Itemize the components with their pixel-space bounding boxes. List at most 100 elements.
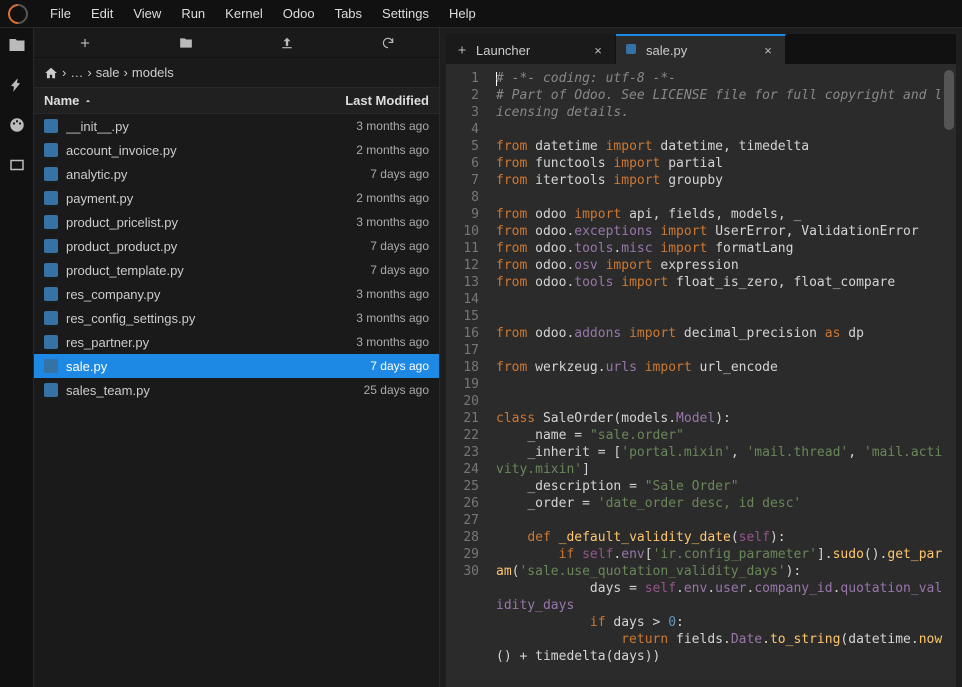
file-row[interactable]: sales_team.py25 days ago: [34, 378, 439, 402]
file-modified: 3 months ago: [299, 311, 429, 325]
line-number: 18: [446, 359, 479, 376]
breadcrumb-sep: ›: [87, 65, 91, 80]
code-line[interactable]: [496, 291, 948, 308]
file-row[interactable]: account_invoice.py2 months ago: [34, 138, 439, 162]
breadcrumb-sep: ›: [124, 65, 128, 80]
file-row[interactable]: product_template.py7 days ago: [34, 258, 439, 282]
new-launcher-button[interactable]: [34, 28, 135, 57]
code-line[interactable]: def _default_validity_date(self):: [496, 529, 948, 546]
menu-item[interactable]: Odoo: [273, 6, 325, 21]
menu-item[interactable]: Tabs: [325, 6, 372, 21]
code-line[interactable]: from odoo.tools import float_is_zero, fl…: [496, 274, 948, 291]
menu-item[interactable]: View: [123, 6, 171, 21]
line-number: 3: [446, 104, 479, 121]
breadcrumb-part[interactable]: models: [132, 65, 174, 80]
tab[interactable]: sale.py×: [616, 34, 786, 64]
code-line[interactable]: from werkzeug.urls import url_encode: [496, 359, 948, 376]
file-modified: 7 days ago: [299, 359, 429, 373]
palette-icon[interactable]: [8, 116, 26, 134]
code-line[interactable]: from odoo import api, fields, models, _: [496, 206, 948, 223]
folder-icon[interactable]: [8, 36, 26, 54]
code-line[interactable]: [496, 393, 948, 410]
code-line[interactable]: from odoo.addons import decimal_precisio…: [496, 325, 948, 342]
menu-item[interactable]: Edit: [81, 6, 123, 21]
code-line[interactable]: [496, 121, 948, 138]
code-line[interactable]: return fields.Date.to_string(datetime.no…: [496, 631, 948, 665]
tabs-icon[interactable]: [8, 156, 26, 174]
line-number: 15: [446, 308, 479, 325]
breadcrumb[interactable]: › … › sale › models: [34, 58, 439, 88]
line-number: 4: [446, 121, 479, 138]
code-line[interactable]: # Part of Odoo. See LICENSE file for ful…: [496, 87, 948, 121]
python-file-icon: [44, 167, 58, 181]
code-line[interactable]: # -*- coding: utf-8 -*-: [496, 70, 948, 87]
code-line[interactable]: from odoo.tools.misc import formatLang: [496, 240, 948, 257]
close-icon[interactable]: ×: [761, 43, 775, 58]
code-line[interactable]: from odoo.exceptions import UserError, V…: [496, 223, 948, 240]
file-row[interactable]: res_company.py3 months ago: [34, 282, 439, 306]
file-row[interactable]: res_partner.py3 months ago: [34, 330, 439, 354]
line-number: 19: [446, 376, 479, 393]
menu-item[interactable]: Kernel: [215, 6, 273, 21]
running-icon[interactable]: [8, 76, 26, 94]
breadcrumb-dots[interactable]: …: [70, 65, 83, 80]
code-line[interactable]: _description = "Sale Order": [496, 478, 948, 495]
refresh-button[interactable]: [338, 28, 439, 57]
code-line[interactable]: if self.env['ir.config_parameter'].sudo(…: [496, 546, 948, 580]
new-folder-button[interactable]: [135, 28, 236, 57]
upload-button[interactable]: [237, 28, 338, 57]
file-row[interactable]: analytic.py7 days ago: [34, 162, 439, 186]
home-icon[interactable]: [44, 66, 58, 80]
file-row[interactable]: product_pricelist.py3 months ago: [34, 210, 439, 234]
column-modified[interactable]: Last Modified: [299, 93, 429, 108]
file-row[interactable]: payment.py2 months ago: [34, 186, 439, 210]
code-line[interactable]: [496, 189, 948, 206]
file-name: payment.py: [66, 191, 299, 206]
menubar: FileEditViewRunKernelOdooTabsSettingsHel…: [0, 0, 962, 28]
code-line[interactable]: from datetime import datetime, timedelta: [496, 138, 948, 155]
file-row[interactable]: sale.py7 days ago: [34, 354, 439, 378]
menu-item[interactable]: Settings: [372, 6, 439, 21]
code-line[interactable]: _order = 'date_order desc, id desc': [496, 495, 948, 512]
breadcrumb-part[interactable]: sale: [96, 65, 120, 80]
plus-icon: [456, 44, 468, 56]
code-line[interactable]: from itertools import groupby: [496, 172, 948, 189]
code-line[interactable]: _name = "sale.order": [496, 427, 948, 444]
line-number: 9: [446, 206, 479, 223]
menu-item[interactable]: Run: [171, 6, 215, 21]
file-name: __init__.py: [66, 119, 299, 134]
column-name[interactable]: Name: [44, 93, 79, 108]
code-editor[interactable]: 1234567891011121314151617181920212223242…: [446, 64, 956, 687]
code-line[interactable]: [496, 512, 948, 529]
menu-item[interactable]: Help: [439, 6, 486, 21]
code-line[interactable]: _inherit = ['portal.mixin', 'mail.thread…: [496, 444, 948, 478]
editor-scrollbar[interactable]: [944, 70, 954, 130]
python-file-icon: [44, 119, 58, 133]
code-line[interactable]: class SaleOrder(models.Model):: [496, 410, 948, 427]
code-line[interactable]: if days > 0:: [496, 614, 948, 631]
file-name: res_partner.py: [66, 335, 299, 350]
code-area[interactable]: # -*- coding: utf-8 -*-# Part of Odoo. S…: [488, 64, 956, 687]
close-icon[interactable]: ×: [591, 43, 605, 58]
code-line[interactable]: [496, 308, 948, 325]
python-file-icon: [44, 383, 58, 397]
code-line[interactable]: from functools import partial: [496, 155, 948, 172]
code-line[interactable]: from odoo.osv import expression: [496, 257, 948, 274]
code-line[interactable]: [496, 376, 948, 393]
menu-item[interactable]: File: [40, 6, 81, 21]
tab[interactable]: Launcher×: [446, 34, 616, 64]
file-row[interactable]: res_config_settings.py3 months ago: [34, 306, 439, 330]
line-number: 23: [446, 444, 479, 461]
line-number: 29: [446, 546, 479, 563]
file-modified: 3 months ago: [299, 215, 429, 229]
file-row[interactable]: __init__.py3 months ago: [34, 114, 439, 138]
file-list-header[interactable]: Name Last Modified: [34, 88, 439, 114]
line-number: 17: [446, 342, 479, 359]
python-file-icon: [44, 191, 58, 205]
python-file-icon: [44, 143, 58, 157]
code-line[interactable]: days = self.env.user.company_id.quotatio…: [496, 580, 948, 614]
line-number: 6: [446, 155, 479, 172]
file-row[interactable]: product_product.py7 days ago: [34, 234, 439, 258]
python-file-icon: [44, 359, 58, 373]
code-line[interactable]: [496, 342, 948, 359]
